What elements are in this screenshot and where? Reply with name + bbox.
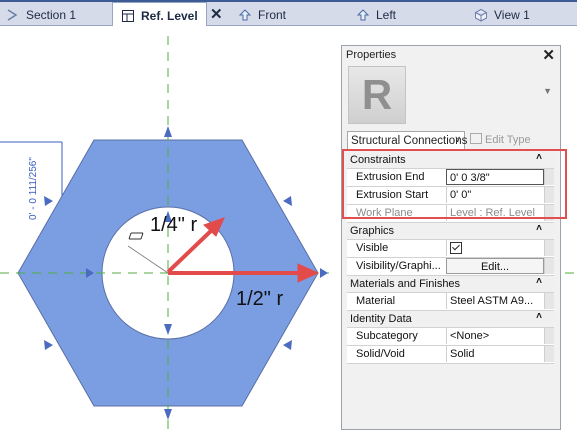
solid-void-field[interactable]: Solid	[446, 346, 544, 362]
visibility-value: Edit...	[446, 258, 544, 274]
floor-plan-icon	[122, 9, 134, 22]
property-row: Subcategory <None>	[347, 328, 554, 346]
elevation-icon	[238, 9, 252, 21]
section-title: Graphics	[350, 225, 395, 237]
chevron-down-icon: ∨	[454, 134, 461, 144]
tab-front[interactable]: Front	[238, 3, 286, 27]
collapse-icon[interactable]: ˄	[536, 276, 542, 287]
shape-handle[interactable]	[283, 196, 292, 206]
scrollbar[interactable]	[544, 187, 554, 203]
scrollbar[interactable]	[544, 328, 554, 344]
type-selector-value: Structural Connections	[351, 134, 468, 147]
type-thumbnail: R	[348, 66, 406, 124]
subcategory-field[interactable]: <None>	[446, 328, 544, 344]
edit-type-button[interactable]: Edit Type	[470, 133, 531, 146]
shape-handle[interactable]	[283, 340, 292, 350]
tab-label: Section 1	[26, 8, 77, 22]
close-properties-icon[interactable]: ✕	[542, 46, 555, 64]
scrollbar[interactable]	[544, 240, 554, 256]
origin-lock-icon	[128, 232, 144, 240]
property-name: Extrusion End	[356, 171, 425, 183]
3d-view-icon	[475, 8, 487, 22]
scrollbar[interactable]	[544, 258, 554, 274]
properties-title: Properties	[346, 49, 397, 61]
tab-view-1[interactable]: View 1	[474, 3, 530, 27]
section-title: Identity Data	[350, 313, 412, 325]
tab-section-1[interactable]: Section 1	[6, 3, 76, 27]
shape-handle[interactable]	[44, 340, 53, 350]
properties-table: Constraints ˄ Extrusion End 0' 0 3/8" Ex…	[347, 152, 554, 364]
edit-type-label: Edit Type	[485, 134, 531, 146]
property-name: Extrusion Start	[356, 189, 429, 201]
collapse-icon[interactable]: ˄	[536, 223, 542, 234]
tab-label: Front	[258, 8, 287, 22]
tab-ref-level[interactable]: Ref. Level	[112, 2, 207, 28]
edit-type-icon	[470, 133, 482, 144]
section-title: Constraints	[350, 154, 406, 166]
elevation-icon	[356, 9, 370, 21]
tab-label: Ref. Level	[141, 8, 198, 23]
tab-left[interactable]: Left	[356, 3, 396, 27]
edit-visibility-button[interactable]: Edit...	[446, 258, 544, 274]
section-materials[interactable]: Materials and Finishes ˄	[347, 276, 554, 293]
extrusion-end-input[interactable]: 0' 0 3/8"	[446, 169, 544, 185]
collapse-icon[interactable]: ˄	[536, 311, 542, 322]
property-row: Visibility/Graphi... Edit...	[347, 258, 554, 276]
property-row: Visible	[347, 240, 554, 258]
shape-handle[interactable]	[164, 324, 172, 335]
section-icon	[7, 9, 18, 21]
visible-checkbox[interactable]	[450, 242, 462, 254]
shape-handle[interactable]	[164, 126, 172, 137]
property-row: Extrusion End 0' 0 3/8"	[347, 169, 554, 187]
collapse-icon[interactable]: ˄	[536, 152, 542, 163]
section-constraints[interactable]: Constraints ˄	[347, 152, 554, 169]
type-selector[interactable]: Structural Connections ∨	[347, 131, 468, 150]
scrollbar[interactable]	[544, 293, 554, 309]
property-row: Solid/Void Solid	[347, 346, 554, 364]
property-name: Material	[356, 295, 396, 307]
view-tab-bar: Section 1 Ref. Level ✕ Front Left View 1	[0, 0, 577, 28]
scrollbar[interactable]	[544, 205, 554, 221]
properties-palette: Properties ✕ R ▼ Structural Connections …	[341, 45, 561, 430]
property-name: Work Plane	[356, 207, 413, 219]
shape-handle[interactable]	[164, 409, 172, 420]
property-name: Subcategory	[356, 330, 418, 342]
radius-leader	[127, 245, 169, 274]
shape-handle[interactable]	[44, 196, 53, 206]
property-name: Solid/Void	[356, 348, 405, 360]
tab-label: View 1	[494, 8, 530, 22]
section-identity-data[interactable]: Identity Data ˄	[347, 311, 554, 328]
material-field[interactable]: Steel ASTM A9...	[446, 293, 544, 309]
thumbnail-dropdown-icon[interactable]: ▼	[543, 86, 552, 96]
section-graphics[interactable]: Graphics ˄	[347, 223, 554, 240]
extrusion-start-field[interactable]: 0' 0"	[446, 187, 544, 203]
inner-radius-label: 1/4" r	[150, 214, 198, 236]
dimension-label[interactable]: 0' - 0 111/256"	[28, 157, 39, 220]
visible-value	[446, 240, 544, 256]
section-title: Materials and Finishes	[350, 278, 461, 290]
property-row: Work Plane Level : Ref. Level	[347, 205, 554, 223]
revit-logo-icon: R	[361, 71, 393, 118]
close-tab-icon[interactable]: ✕	[210, 3, 223, 27]
work-plane-value: Level : Ref. Level	[446, 205, 544, 221]
property-row: Material Steel ASTM A9...	[347, 293, 554, 311]
shape-handle[interactable]	[320, 268, 328, 278]
scrollbar[interactable]	[544, 346, 554, 362]
property-row: Extrusion Start 0' 0"	[347, 187, 554, 205]
property-name: Visible	[356, 242, 389, 254]
tab-label: Left	[376, 8, 397, 22]
scrollbar[interactable]	[544, 169, 554, 185]
outer-radius-label: 1/2" r	[236, 288, 284, 310]
property-name: Visibility/Graphi...	[356, 260, 441, 272]
